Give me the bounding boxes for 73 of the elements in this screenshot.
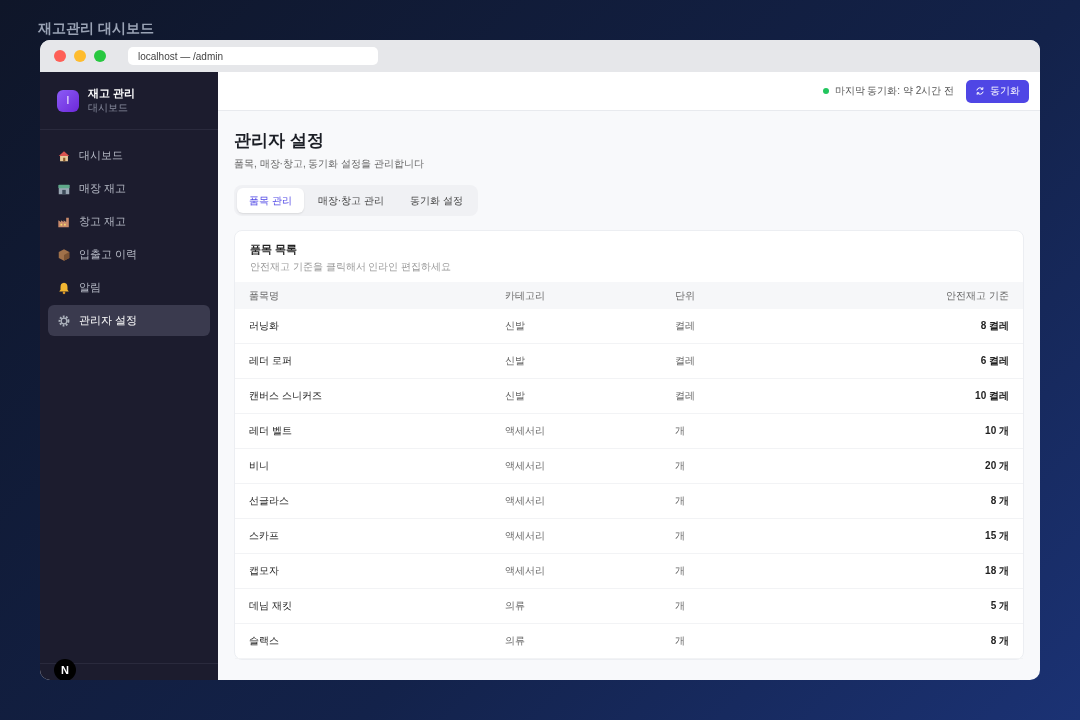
bell-icon bbox=[57, 280, 71, 295]
sidebar-item[interactable]: 창고 재고 bbox=[48, 206, 210, 237]
column-header: 카테고리 bbox=[505, 288, 546, 303]
page-subtitle: 품목, 매장·창고, 동기화 설정을 관리합니다 bbox=[234, 157, 425, 171]
editable-cell[interactable]: 10 켤레 bbox=[859, 389, 1009, 403]
card-title: 품목 목록 bbox=[250, 242, 299, 257]
table-cell-text: 비니 bbox=[249, 459, 270, 473]
table-cell-text: 켤레 bbox=[675, 389, 696, 403]
table-cell-text: 개 bbox=[675, 494, 686, 508]
table-cell-text: 개 bbox=[675, 599, 686, 613]
card-hint: 안전재고 기준을 클릭해서 인라인 편집하세요 bbox=[250, 260, 453, 274]
logo-icon: I bbox=[57, 89, 79, 112]
column-header: 안전재고 기준 bbox=[945, 288, 1009, 303]
table-cell-text: 의류 bbox=[505, 634, 526, 648]
table-cell-text: 켤레 bbox=[675, 354, 696, 368]
editable-cell[interactable]: 5 개 bbox=[859, 599, 1009, 613]
status-dot bbox=[822, 88, 829, 94]
sidebar-item[interactable]: 대시보드 bbox=[48, 140, 210, 171]
minimize-icon[interactable] bbox=[74, 50, 86, 62]
column-header: 품목명 bbox=[249, 288, 280, 303]
sidebar-item[interactable]: 알림 bbox=[48, 272, 210, 303]
tab[interactable]: 동기화 설정 bbox=[397, 188, 475, 213]
editable-cell[interactable]: 18 개 bbox=[859, 564, 1009, 578]
dev-badge[interactable]: N bbox=[54, 659, 76, 680]
sidebar-item[interactable]: 매장 재고 bbox=[48, 173, 210, 204]
table-cell-text: 액세서리 bbox=[505, 459, 546, 473]
table-cell-text: 의류 bbox=[505, 599, 526, 613]
table-cell-text: 캡모자 bbox=[249, 564, 280, 578]
table-cell-text: 액세서리 bbox=[505, 564, 546, 578]
column-header: 단위 bbox=[675, 288, 696, 303]
table-cell-text: 신발 bbox=[505, 319, 526, 333]
page-title: 재고관리 대시보드 bbox=[38, 20, 154, 38]
table-cell-text: 개 bbox=[675, 424, 686, 438]
tab[interactable]: 품목 관리 bbox=[237, 188, 304, 213]
sidebar-item[interactable]: 입출고 이력 bbox=[48, 239, 210, 270]
page-heading: 관리자 설정 bbox=[234, 130, 325, 152]
table-cell-text: 캔버스 스니커즈 bbox=[249, 389, 323, 403]
table-cell-text: 슬랙스 bbox=[249, 634, 280, 648]
maximize-icon[interactable] bbox=[94, 50, 106, 62]
table-cell-text: 개 bbox=[675, 529, 686, 543]
gear-icon bbox=[57, 313, 71, 328]
editable-cell[interactable]: 8 개 bbox=[859, 494, 1009, 508]
table-cell-text: 개 bbox=[675, 634, 686, 648]
editable-cell[interactable]: 6 켤레 bbox=[859, 354, 1009, 368]
table-cell-text: 개 bbox=[675, 459, 686, 473]
close-icon[interactable] bbox=[54, 50, 66, 62]
sync-button[interactable]: 동기화 bbox=[966, 79, 1029, 103]
app-name: 재고 관리 bbox=[88, 86, 136, 101]
table-cell-text: 데님 재킷 bbox=[249, 599, 293, 613]
table-cell-text: 레더 로퍼 bbox=[249, 354, 293, 368]
box-icon bbox=[57, 247, 71, 262]
sync-status: 마지막 동기화: 약 2시간 전 bbox=[834, 84, 954, 98]
editable-cell[interactable]: 20 개 bbox=[859, 459, 1009, 473]
editable-cell[interactable]: 8 켤레 bbox=[859, 319, 1009, 333]
table-cell-text: 신발 bbox=[505, 354, 526, 368]
address-bar[interactable]: localhost — /admin bbox=[128, 47, 378, 65]
table-cell-text: 선글라스 bbox=[249, 494, 290, 508]
table-cell-text: 액세서리 bbox=[505, 529, 546, 543]
table-cell-text: 액세서리 bbox=[505, 424, 546, 438]
app-subtitle: 대시보드 bbox=[88, 101, 129, 115]
table-cell-text: 개 bbox=[675, 564, 686, 578]
table-cell-text: 켤레 bbox=[675, 319, 696, 333]
table-cell-text: 신발 bbox=[505, 389, 526, 403]
table-cell-text: 액세서리 bbox=[505, 494, 546, 508]
refresh-icon bbox=[975, 86, 985, 96]
editable-cell[interactable]: 15 개 bbox=[859, 529, 1009, 543]
table-cell-text: 러닝화 bbox=[249, 319, 280, 333]
editable-cell[interactable]: 8 개 bbox=[859, 634, 1009, 648]
table-cell-text: 레더 벨트 bbox=[249, 424, 293, 438]
tab[interactable]: 매장·창고 관리 bbox=[305, 188, 396, 213]
editable-cell[interactable]: 10 개 bbox=[859, 424, 1009, 438]
sidebar-item[interactable]: 관리자 설정 bbox=[48, 305, 210, 336]
table-cell-text: 스카프 bbox=[249, 529, 280, 543]
